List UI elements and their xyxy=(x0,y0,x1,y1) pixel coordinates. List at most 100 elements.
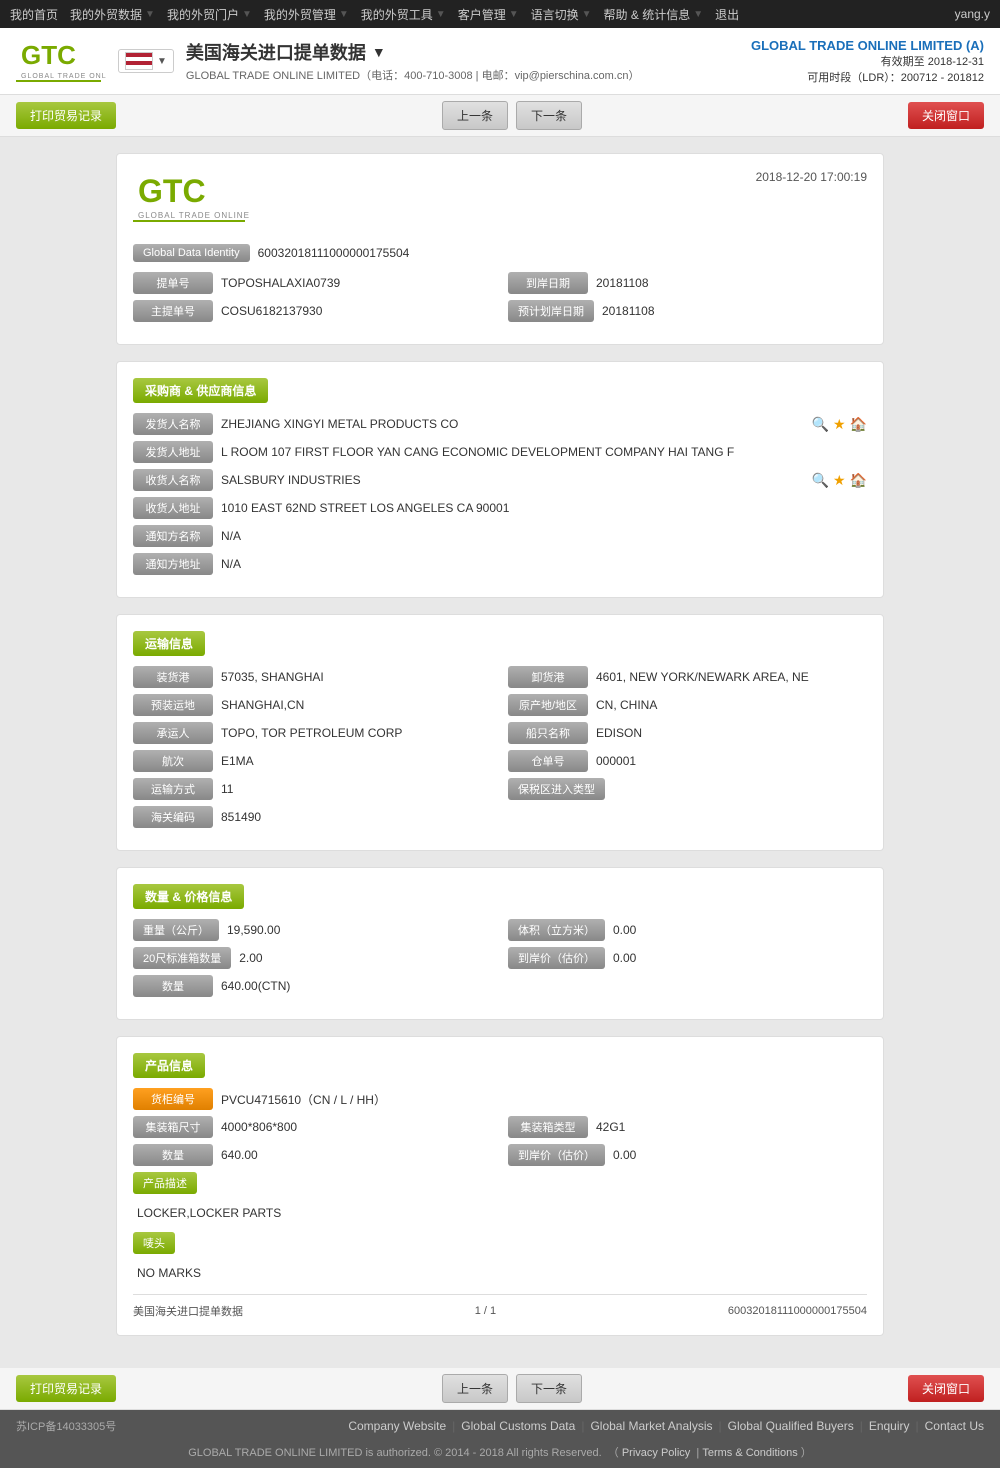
transport-mode-bonded-row: 运输方式 11 保税区进入类型 xyxy=(133,778,867,800)
voyage-value: E1MA xyxy=(221,754,492,768)
next-button-top[interactable]: 下一条 xyxy=(516,101,582,130)
close-button-bottom[interactable]: 关闭窗口 xyxy=(908,1375,984,1402)
footer-enquiry[interactable]: Enquiry xyxy=(869,1419,910,1433)
prev-button-top[interactable]: 上一条 xyxy=(442,101,508,130)
transport-mode-value: 11 xyxy=(221,782,492,796)
nav-language[interactable]: 语言切换 ▼ xyxy=(531,6,592,23)
arrival-price-value: 0.00 xyxy=(613,951,867,965)
container-no-row: 货柜编号 PVCU4715610（CN / L / HH） xyxy=(133,1088,867,1110)
footer-market-analysis[interactable]: Global Market Analysis xyxy=(590,1419,712,1433)
footer-qualified-buyers[interactable]: Global Qualified Buyers xyxy=(728,1419,854,1433)
product-desc-label: 产品描述 xyxy=(133,1172,197,1194)
close-button-top[interactable]: 关闭窗口 xyxy=(908,102,984,129)
chevron-down-icon: ▼ xyxy=(693,9,703,20)
consignee-name-label: 收货人名称 xyxy=(133,469,213,491)
doc-id: 60032018111000000175504 xyxy=(728,1305,867,1317)
field-row-bill-arrival: 提单号 TOPOSHALAXIA0739 到岸日期 20181108 xyxy=(133,272,867,294)
nav-help[interactable]: 帮助 & 统计信息 ▼ xyxy=(604,6,704,23)
marks-value: NO MARKS xyxy=(133,1260,867,1286)
vessel-value: EDISON xyxy=(596,726,867,740)
bill-no-label: 提单号 xyxy=(133,272,213,294)
weight-label: 重量（公斤） xyxy=(133,919,219,941)
nav-links: 我的首页 我的外贸数据 ▼ 我的外贸门户 ▼ 我的外贸管理 ▼ 我的外贸工具 ▼… xyxy=(10,6,739,23)
transport-section: 运输信息 装货港 57035, SHANGHAI 卸货港 4601, NEW Y… xyxy=(116,614,884,851)
page-title: 美国海关进口提单数据 ▼ xyxy=(186,39,640,65)
quantity-price-title: 数量 & 价格信息 xyxy=(133,884,244,909)
toolbar-top: 打印贸易记录 上一条 下一条 关闭窗口 xyxy=(0,95,1000,137)
nav-foreign-tools[interactable]: 我的外贸工具 ▼ xyxy=(361,6,446,23)
hs-code-row: 海关编码 851490 xyxy=(133,806,867,828)
nav-logout[interactable]: 退出 xyxy=(715,6,739,23)
container-size-value: 4000*806*800 xyxy=(221,1120,492,1134)
pre-carriage-label: 预装运地 xyxy=(133,694,213,716)
chevron-down-icon: ▼ xyxy=(242,9,252,20)
chevron-down-icon: ▼ xyxy=(339,9,349,20)
notify-name-value: N/A xyxy=(221,529,867,543)
twenty-ft-arrival-row: 20尺标准箱数量 2.00 到岸价（估价） 0.00 xyxy=(133,947,867,969)
star-icon[interactable]: ★ xyxy=(833,472,846,489)
shipper-name-label: 发货人名称 xyxy=(133,413,213,435)
loading-port-value: 57035, SHANGHAI xyxy=(221,670,492,684)
company-subtitle: GLOBAL TRADE ONLINE LIMITED（电话：400-710-3… xyxy=(186,67,640,83)
footer-customs-data[interactable]: Global Customs Data xyxy=(461,1419,575,1433)
notify-addr-row: 通知方地址 N/A xyxy=(133,553,867,575)
notify-addr-value: N/A xyxy=(221,557,867,571)
container-no-value: PVCU4715610（CN / L / HH） xyxy=(221,1091,867,1108)
footer-terms[interactable]: Terms & Conditions xyxy=(702,1447,797,1459)
weight-volume-row: 重量（公斤） 19,590.00 体积（立方米） 0.00 xyxy=(133,919,867,941)
doc-datetime: 2018-12-20 17:00:19 xyxy=(756,170,867,184)
gdi-row: Global Data Identity 6003201811100000017… xyxy=(133,244,867,262)
prev-button-bottom[interactable]: 上一条 xyxy=(442,1374,508,1403)
nav-customer[interactable]: 客户管理 ▼ xyxy=(458,6,519,23)
quantity-row: 数量 640.00(CTN) xyxy=(133,975,867,997)
search-icon[interactable]: 🔍 xyxy=(812,416,829,433)
pre-carriage-origin-row: 预装运地 SHANGHAI,CN 原产地/地区 CN, CHINA xyxy=(133,694,867,716)
consignee-addr-value: 1010 EAST 62ND STREET LOS ANGELES CA 900… xyxy=(221,501,867,515)
star-icon[interactable]: ★ xyxy=(833,416,846,433)
loading-port-label: 装货港 xyxy=(133,666,213,688)
nav-foreign-data[interactable]: 我的外贸数据 ▼ xyxy=(70,6,155,23)
prod-arrive-price-label: 到岸价（估价） xyxy=(508,1144,605,1166)
product-section: 产品信息 货柜编号 PVCU4715610（CN / L / HH） 集装箱尺寸… xyxy=(116,1036,884,1336)
arrival-date-label: 到岸日期 xyxy=(508,272,588,294)
shipper-addr-row: 发货人地址 L ROOM 107 FIRST FLOOR YAN CANG EC… xyxy=(133,441,867,463)
pre-carriage-value: SHANGHAI,CN xyxy=(221,698,492,712)
print-button-top[interactable]: 打印贸易记录 xyxy=(16,102,116,129)
home-icon[interactable]: 🏠 xyxy=(850,416,867,433)
print-button-bottom[interactable]: 打印贸易记录 xyxy=(16,1375,116,1402)
discharge-port-label: 卸货港 xyxy=(508,666,588,688)
footer-links: Company Website | Global Customs Data | … xyxy=(348,1419,984,1433)
chevron-down-icon: ▼ xyxy=(145,9,155,20)
nav-home[interactable]: 我的首页 xyxy=(10,6,58,23)
us-flag xyxy=(125,52,153,70)
field-row-master-est: 主提单号 COSU6182137930 预计划岸日期 20181108 xyxy=(133,300,867,322)
doc-header: GTC GLOBAL TRADE ONLINE LIMITED 2018-12-… xyxy=(133,170,867,228)
footer-company-website[interactable]: Company Website xyxy=(348,1419,446,1433)
est-arrival-label: 预计划岸日期 xyxy=(508,300,594,322)
product-desc-row: 产品描述 xyxy=(133,1172,867,1194)
transport-mode-label: 运输方式 xyxy=(133,778,213,800)
container-size-type-row: 集装箱尺寸 4000*806*800 集装箱类型 42G1 xyxy=(133,1116,867,1138)
nav-foreign-portal[interactable]: 我的外贸门户 ▼ xyxy=(167,6,252,23)
carrier-label: 承运人 xyxy=(133,722,213,744)
footer-privacy[interactable]: Privacy Policy xyxy=(622,1447,690,1459)
consignee-addr-row: 收货人地址 1010 EAST 62ND STREET LOS ANGELES … xyxy=(133,497,867,519)
gdi-label: Global Data Identity xyxy=(133,244,250,262)
volume-label: 体积（立方米） xyxy=(508,919,605,941)
footer-contact-us[interactable]: Contact Us xyxy=(925,1419,984,1433)
container-no-label: 货柜编号 xyxy=(133,1088,213,1110)
search-icon[interactable]: 🔍 xyxy=(812,472,829,489)
voyage-label: 航次 xyxy=(133,750,213,772)
voyage-warehouse-row: 航次 E1MA 仓单号 000001 xyxy=(133,750,867,772)
home-icon[interactable]: 🏠 xyxy=(850,472,867,489)
next-button-bottom[interactable]: 下一条 xyxy=(516,1374,582,1403)
prod-arrive-price-value: 0.00 xyxy=(613,1148,867,1162)
notify-name-label: 通知方名称 xyxy=(133,525,213,547)
nav-foreign-manage[interactable]: 我的外贸管理 ▼ xyxy=(264,6,349,23)
flag-selector[interactable]: ▼ xyxy=(118,49,174,73)
top-company-name: GLOBAL TRADE ONLINE LIMITED (A) xyxy=(751,38,984,53)
user-info: yang.y xyxy=(955,7,990,21)
prod-qty-price-row: 数量 640.00 到岸价（估价） 0.00 xyxy=(133,1144,867,1166)
hs-code-value: 851490 xyxy=(221,810,867,824)
loading-discharge-row: 装货港 57035, SHANGHAI 卸货港 4601, NEW YORK/N… xyxy=(133,666,867,688)
